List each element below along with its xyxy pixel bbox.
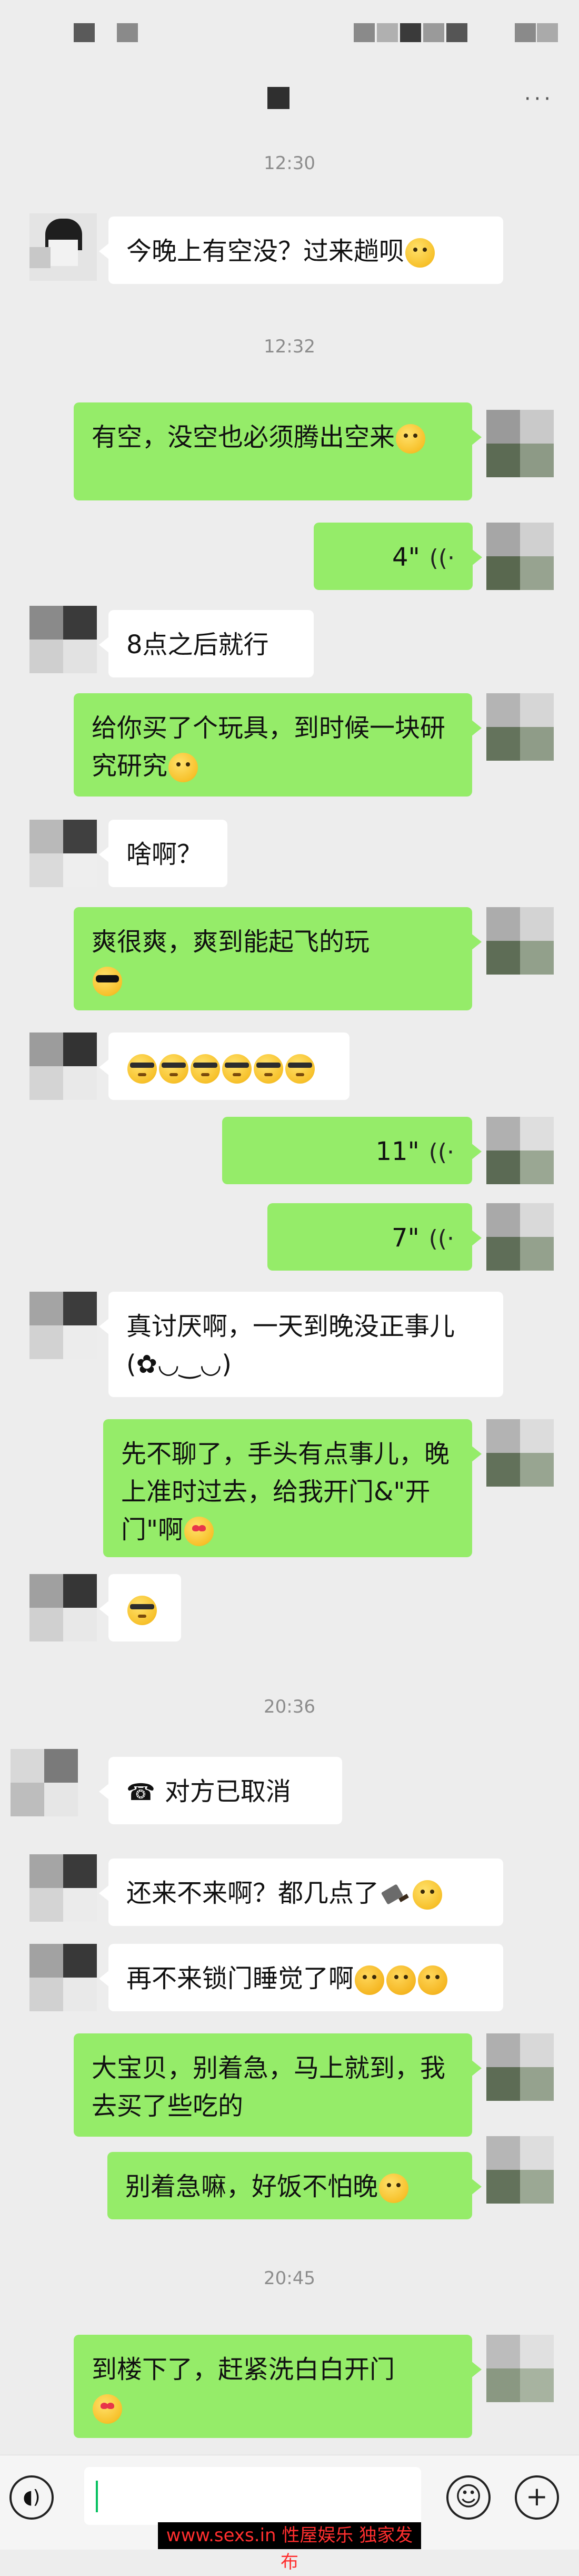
- message-bubble-incoming[interactable]: 今晚上有空没？过来趟呗: [99, 217, 503, 284]
- message-text: 爽很爽，爽到能起飞的玩: [92, 927, 370, 957]
- timestamp: 12:30: [264, 153, 315, 174]
- my-avatar[interactable]: [486, 2136, 554, 2204]
- contact-avatar[interactable]: [29, 1854, 97, 1922]
- sunglasses-emoji-icon: [93, 967, 122, 996]
- my-avatar[interactable]: [486, 523, 554, 590]
- message-bubble-outgoing[interactable]: 有空，没空也必须腾出空来: [74, 402, 482, 500]
- voice-message-outgoing[interactable]: 4" ((·: [314, 523, 482, 590]
- knife-icon: [381, 1884, 410, 1905]
- emoji-message-incoming[interactable]: [99, 1574, 181, 1641]
- message-bubble-incoming[interactable]: 再不来锁门睡觉了啊: [99, 1944, 503, 2011]
- message-text: 有空，没空也必须腾出空来: [92, 422, 395, 452]
- grin-emoji-icon: [396, 424, 426, 454]
- contact-avatar[interactable]: [29, 1292, 97, 1359]
- text-caret: [96, 2481, 98, 2512]
- message-text: 今晚上有空没？过来趟呗: [126, 237, 405, 266]
- message-text: 到楼下了，赶紧洗白白开门: [92, 2355, 395, 2384]
- my-avatar[interactable]: [486, 693, 554, 761]
- covering-eyes-emoji-icon: [254, 1054, 283, 1084]
- covering-eyes-emoji-icon: [191, 1054, 220, 1084]
- message-bubble-outgoing[interactable]: 到楼下了，赶紧洗白白开门: [74, 2335, 482, 2438]
- heart-eyes-emoji-icon: [184, 1517, 214, 1546]
- confused-emoji-icon: [418, 1965, 448, 1995]
- covering-eyes-emoji-icon: [222, 1054, 252, 1084]
- message-bubble-outgoing[interactable]: 先不聊了，手头有点事儿，晚上准时过去，给我开门&"开门"啊: [103, 1419, 482, 1557]
- message-text: 再不来锁门睡觉了啊: [126, 1964, 354, 1993]
- contact-avatar[interactable]: [29, 820, 97, 887]
- heart-eyes-emoji-icon: [93, 2394, 122, 2424]
- message-bubble-outgoing[interactable]: 爽很爽，爽到能起飞的玩: [74, 907, 482, 1010]
- message-bubble-incoming[interactable]: 还来不来啊？都几点了: [99, 1859, 503, 1926]
- message-text: 还来不来啊？都几点了: [126, 1879, 380, 1908]
- my-avatar[interactable]: [486, 1203, 554, 1271]
- message-bubble-outgoing[interactable]: 别着急嘛，好饭不怕晚: [107, 2152, 482, 2219]
- timestamp: 20:36: [264, 1696, 315, 1717]
- message-text: 先不聊了，手头有点事儿，晚上准时过去，给我开门&"开门"啊: [121, 1439, 450, 1545]
- confused-emoji-icon: [355, 1965, 385, 1995]
- voice-icon[interactable]: ◖): [9, 2475, 54, 2520]
- voice-wave-icon: ((·: [429, 545, 455, 572]
- message-text: 啥啊？: [126, 840, 203, 869]
- my-avatar[interactable]: [486, 2335, 554, 2402]
- voice-wave-icon: ((·: [428, 1139, 454, 1166]
- contact-avatar[interactable]: [29, 1574, 97, 1641]
- message-text: 大宝贝，别着急，马上就到，我去买了些吃的: [92, 2053, 446, 2121]
- my-avatar[interactable]: [486, 1117, 554, 1184]
- confused-emoji-icon: [386, 1965, 416, 1995]
- contact-avatar[interactable]: [29, 606, 97, 673]
- status-bar: [0, 0, 579, 58]
- my-avatar[interactable]: [486, 1419, 554, 1487]
- message-bubble-incoming[interactable]: 8点之后就行: [99, 610, 314, 677]
- message-bubble-outgoing[interactable]: 给你买了个玩具，到时候一块研究研究: [74, 693, 482, 797]
- my-avatar[interactable]: [486, 410, 554, 477]
- voice-duration: 7": [392, 1223, 420, 1253]
- sad-emoji-icon: [413, 1880, 443, 1910]
- message-text: 别着急嘛，好饭不怕晚: [125, 2172, 378, 2201]
- grin-emoji-icon: [168, 753, 198, 782]
- covering-eyes-emoji-icon: [127, 1054, 157, 1084]
- message-text: 8点之后就行: [126, 630, 269, 660]
- voice-duration: 4": [392, 543, 420, 572]
- timestamp: 20:45: [264, 2268, 315, 2289]
- message-text: 给你买了个玩具，到时候一块研究研究: [92, 713, 446, 781]
- plus-icon[interactable]: +: [515, 2475, 559, 2520]
- phone-hangup-icon: ☎: [126, 1779, 155, 1806]
- voice-duration: 11": [375, 1137, 420, 1166]
- emoji-icon[interactable]: ☺: [446, 2475, 491, 2520]
- voice-message-outgoing[interactable]: 7" ((·: [267, 1203, 482, 1271]
- contact-avatar[interactable]: [29, 1944, 97, 2011]
- message-bubble-outgoing[interactable]: 大宝贝，别着急，马上就到，我去买了些吃的: [74, 2033, 482, 2137]
- title-bar: [0, 58, 579, 132]
- emoji-message-incoming[interactable]: [99, 1033, 350, 1100]
- contact-avatar[interactable]: [29, 213, 97, 281]
- message-bubble-incoming[interactable]: 啥啊？: [99, 820, 227, 887]
- message-input[interactable]: [84, 2467, 421, 2525]
- watermark: www.sexs.in 性屋娱乐 独家发布: [158, 2522, 421, 2573]
- my-avatar[interactable]: [486, 907, 554, 975]
- covering-eyes-emoji-icon: [127, 1596, 157, 1625]
- contact-avatar[interactable]: [11, 1749, 78, 1816]
- contact-avatar[interactable]: [29, 1033, 97, 1100]
- smirk-emoji-icon: [379, 2174, 409, 2203]
- message-text: 真讨厌啊，一天到晚没正事儿(✿◡‿◡): [126, 1312, 455, 1379]
- timestamp: 12:32: [264, 336, 315, 357]
- call-status-text: 对方已取消: [164, 1777, 291, 1806]
- covering-eyes-emoji-icon: [159, 1054, 188, 1084]
- call-cancelled-message[interactable]: ☎ 对方已取消: [99, 1757, 342, 1824]
- chat-title[interactable]: [267, 87, 290, 109]
- more-icon[interactable]: ···: [524, 89, 554, 110]
- message-bubble-incoming[interactable]: 真讨厌啊，一天到晚没正事儿(✿◡‿◡): [99, 1292, 503, 1397]
- tongue-emoji-icon: [405, 238, 435, 268]
- covering-eyes-emoji-icon: [285, 1054, 315, 1084]
- voice-message-outgoing[interactable]: 11" ((·: [222, 1117, 482, 1184]
- voice-wave-icon: ((·: [428, 1225, 454, 1252]
- my-avatar[interactable]: [486, 2033, 554, 2101]
